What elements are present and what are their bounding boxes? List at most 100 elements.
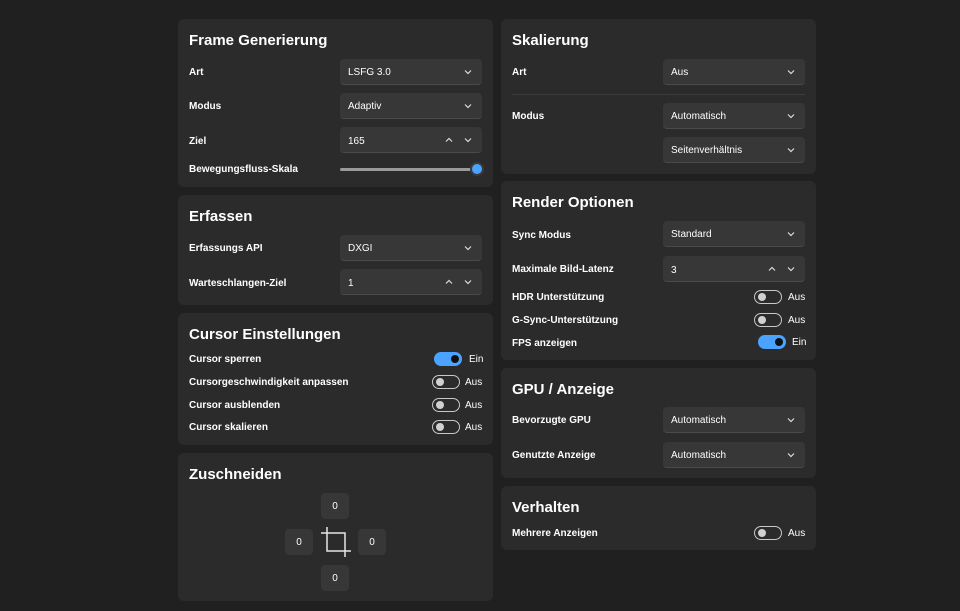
cursor-settings-title: Cursor Einstellungen	[189, 326, 341, 343]
multi-display-label: Mehrere Anzeigen	[512, 528, 598, 539]
capture-api-value: DXGI	[348, 243, 373, 254]
scaling-mode-dropdown[interactable]: Automatisch	[663, 103, 805, 129]
chevron-down-icon	[786, 145, 796, 155]
toggle-knob	[758, 529, 766, 537]
chevron-up-icon[interactable]	[444, 135, 454, 145]
frame-gen-type-dropdown[interactable]: LSFG 3.0	[340, 59, 482, 85]
chevron-down-icon[interactable]	[786, 264, 796, 274]
aspect-ratio-value: Seitenverhältnis	[671, 145, 743, 156]
cursor-scale-toggle[interactable]	[432, 420, 460, 434]
behavior-title: Verhalten	[512, 499, 580, 516]
chevron-down-icon[interactable]	[463, 135, 473, 145]
gsync-support-toggle[interactable]	[754, 313, 782, 327]
crop-icon	[319, 525, 353, 559]
capture-api-dropdown[interactable]: DXGI	[340, 235, 482, 261]
scaling-title: Skalierung	[512, 32, 589, 49]
crop-right-input[interactable]: 0	[358, 529, 386, 555]
crop-left-input[interactable]: 0	[285, 529, 313, 555]
capture-api-label: Erfassungs API	[189, 243, 263, 254]
gpu-display-card: GPU / Anzeige Bevorzugte GPU Automatisch…	[501, 368, 816, 478]
frame-gen-target-stepper[interactable]: 165	[340, 127, 482, 153]
sync-mode-value: Standard	[671, 229, 712, 240]
crop-card: Zuschneiden 0 0 0 0	[178, 453, 493, 601]
cursor-settings-card: Cursor Einstellungen Cursor sperren Ein …	[178, 313, 493, 445]
divider	[512, 94, 805, 95]
cursor-lock-toggle[interactable]	[434, 352, 462, 366]
frame-generation-title: Frame Generierung	[189, 32, 328, 49]
crop-top-value: 0	[332, 501, 338, 512]
show-fps-state: Ein	[792, 337, 807, 348]
preferred-gpu-value: Automatisch	[671, 415, 727, 426]
chevron-up-icon[interactable]	[444, 277, 454, 287]
crop-left-value: 0	[296, 537, 302, 548]
toggle-knob	[451, 355, 459, 363]
crop-bottom-value: 0	[332, 573, 338, 584]
chevron-down-icon	[463, 67, 473, 77]
scaling-mode-value: Automatisch	[671, 111, 727, 122]
max-latency-stepper[interactable]: 3	[663, 256, 805, 282]
crop-top-input[interactable]: 0	[321, 493, 349, 519]
frame-gen-type-value: LSFG 3.0	[348, 67, 391, 78]
used-display-dropdown[interactable]: Automatisch	[663, 442, 805, 468]
used-display-value: Automatisch	[671, 450, 727, 461]
behavior-card: Verhalten Mehrere Anzeigen Aus	[501, 486, 816, 550]
chevron-down-icon	[463, 101, 473, 111]
scaling-card: Skalierung Art Aus Modus Automatisch Sei…	[501, 19, 816, 174]
toggle-knob	[758, 316, 766, 324]
queue-target-stepper[interactable]: 1	[340, 269, 482, 295]
flow-scale-thumb[interactable]	[472, 164, 482, 174]
scaling-mode-label: Modus	[512, 111, 545, 122]
capture-card: Erfassen Erfassungs API DXGI Warteschlan…	[178, 195, 493, 305]
chevron-down-icon	[786, 67, 796, 77]
frame-gen-target-value: 165	[348, 136, 365, 147]
chevron-up-icon[interactable]	[767, 264, 777, 274]
chevron-down-icon	[786, 111, 796, 121]
frame-generation-card: Frame Generierung Art LSFG 3.0 Modus Ada…	[178, 19, 493, 187]
queue-target-label: Warteschlangen-Ziel	[189, 278, 287, 289]
render-options-title: Render Optionen	[512, 194, 634, 211]
scaling-type-dropdown[interactable]: Aus	[663, 59, 805, 85]
preferred-gpu-dropdown[interactable]: Automatisch	[663, 407, 805, 433]
gsync-support-state: Aus	[788, 315, 806, 326]
cursor-speed-toggle[interactable]	[432, 375, 460, 389]
multi-display-toggle[interactable]	[754, 526, 782, 540]
toggle-knob	[436, 378, 444, 386]
max-latency-value: 3	[671, 265, 677, 276]
chevron-down-icon	[463, 243, 473, 253]
frame-gen-target-label: Ziel	[189, 136, 207, 147]
used-display-label: Genutzte Anzeige	[512, 450, 596, 461]
chevron-down-icon	[786, 415, 796, 425]
chevron-down-icon	[786, 450, 796, 460]
toggle-knob	[775, 338, 783, 346]
toggle-knob	[758, 293, 766, 301]
crop-bottom-input[interactable]: 0	[321, 565, 349, 591]
cursor-lock-state: Ein	[469, 354, 484, 365]
sync-mode-dropdown[interactable]: Standard	[663, 221, 805, 247]
max-latency-label: Maximale Bild-Latenz	[512, 264, 614, 275]
render-options-card: Render Optionen Sync Modus Standard Maxi…	[501, 181, 816, 360]
cursor-scale-state: Aus	[465, 422, 483, 433]
gsync-support-label: G-Sync-Unterstützung	[512, 315, 619, 326]
frame-gen-mode-value: Adaptiv	[348, 101, 382, 112]
multi-display-state: Aus	[788, 528, 806, 539]
aspect-ratio-dropdown[interactable]: Seitenverhältnis	[663, 137, 805, 163]
cursor-lock-label: Cursor sperren	[189, 354, 262, 365]
frame-gen-mode-dropdown[interactable]: Adaptiv	[340, 93, 482, 119]
flow-scale-slider[interactable]	[340, 163, 482, 175]
hdr-support-label: HDR Unterstützung	[512, 292, 605, 303]
show-fps-toggle[interactable]	[758, 335, 786, 349]
frame-gen-type-label: Art	[189, 67, 204, 78]
cursor-hide-state: Aus	[465, 400, 483, 411]
chevron-down-icon	[786, 229, 796, 239]
cursor-speed-label: Cursorgeschwindigkeit anpassen	[189, 377, 349, 388]
queue-target-value: 1	[348, 278, 354, 289]
show-fps-label: FPS anzeigen	[512, 338, 578, 349]
hdr-support-toggle[interactable]	[754, 290, 782, 304]
chevron-down-icon[interactable]	[463, 277, 473, 287]
cursor-hide-label: Cursor ausblenden	[189, 400, 281, 411]
hdr-support-state: Aus	[788, 292, 806, 303]
gpu-display-title: GPU / Anzeige	[512, 381, 614, 398]
cursor-hide-toggle[interactable]	[432, 398, 460, 412]
preferred-gpu-label: Bevorzugte GPU	[512, 415, 591, 426]
cursor-scale-label: Cursor skalieren	[189, 422, 268, 433]
